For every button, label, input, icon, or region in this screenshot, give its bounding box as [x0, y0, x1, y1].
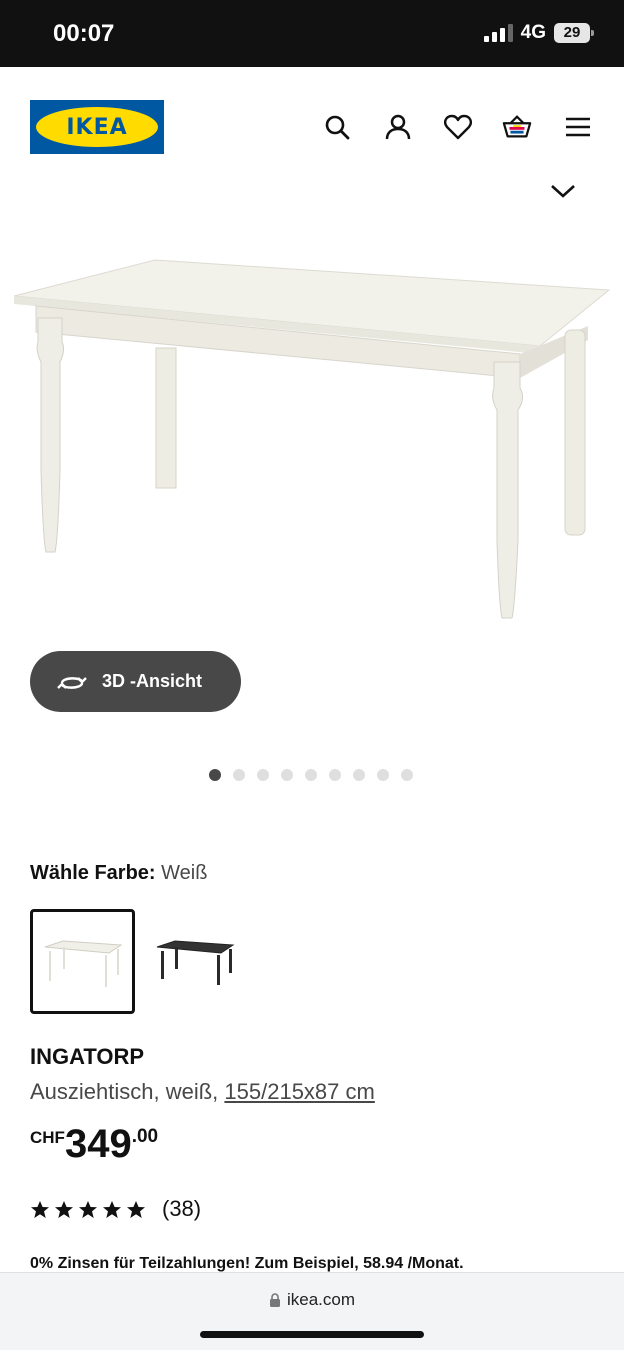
network-type: 4G — [520, 22, 546, 43]
pagination-dot[interactable] — [305, 769, 317, 781]
product-image[interactable] — [0, 210, 624, 650]
price-integer: 349 — [64, 1122, 132, 1166]
home-indicator[interactable] — [200, 1331, 424, 1338]
selected-color: Weiß — [161, 862, 208, 884]
star-icon — [79, 1200, 97, 1218]
color-label: Wähle Farbe: — [30, 862, 156, 884]
star-icon — [103, 1200, 121, 1218]
clock: 00:07 — [53, 20, 115, 47]
menu-icon[interactable] — [563, 112, 593, 142]
pagination-dot[interactable] — [233, 769, 245, 781]
lock-icon — [269, 1293, 280, 1307]
view-3d-label: 3D -Ansicht — [102, 671, 203, 691]
product-dimensions-link[interactable]: 155/215x87 cm — [224, 1079, 374, 1104]
pagination-dot[interactable] — [401, 769, 413, 781]
logo-text: IKEA — [66, 114, 128, 140]
search-icon[interactable] — [322, 112, 352, 142]
color-selector-label: Wähle Farbe: Weiß — [30, 862, 207, 885]
url-bar[interactable]: ikea.com — [0, 1290, 624, 1310]
star-icon — [55, 1200, 73, 1218]
url-text: ikea.com — [286, 1290, 356, 1309]
financing-promo: 0% Zinsen für Teilzahlungen! Zum Beispie… — [30, 1255, 464, 1272]
signal-icon — [483, 24, 513, 42]
logo-oval: IKEA — [36, 107, 158, 147]
pagination-dot[interactable] — [353, 769, 365, 781]
chevron-down-icon[interactable] — [548, 180, 578, 204]
product-name: INGATORP — [30, 1044, 145, 1069]
view-3d-button[interactable]: 3D -Ansicht — [30, 651, 241, 712]
image-pagination — [209, 769, 413, 781]
color-swatch-black[interactable] — [142, 909, 247, 1014]
star-icon — [127, 1200, 145, 1218]
price-currency: CHF — [30, 1128, 65, 1147]
status-bar: 00:07 4G 29 — [0, 0, 624, 67]
color-swatch-white[interactable] — [30, 909, 135, 1014]
battery-icon: 29 — [554, 23, 594, 43]
rotate-3d-icon — [57, 676, 87, 689]
pagination-dot[interactable] — [209, 769, 221, 781]
product-type: Ausziehtisch, weiß, — [30, 1079, 225, 1104]
status-icons: 4G 29 — [483, 22, 594, 44]
star-icon — [31, 1200, 49, 1218]
browser-bar: ikea.com — [0, 1272, 624, 1350]
pagination-dot[interactable] — [377, 769, 389, 781]
rating-count: (38) — [162, 1196, 202, 1221]
product-description: Ausziehtisch, weiß, 155/215x87 cm — [30, 1079, 375, 1105]
ikea-logo[interactable]: IKEA — [30, 100, 164, 154]
site-header: IKEA — [0, 67, 624, 187]
price-decimals: .00 — [131, 1126, 159, 1147]
pagination-dot[interactable] — [281, 769, 293, 781]
product-rating[interactable]: (38) — [30, 1196, 201, 1222]
pagination-dot[interactable] — [329, 769, 341, 781]
pagination-dot[interactable] — [257, 769, 269, 781]
product-price: CHF 349 .00 — [30, 1122, 158, 1166]
cart-icon[interactable] — [502, 112, 532, 142]
heart-icon[interactable] — [443, 112, 473, 142]
account-icon[interactable] — [383, 112, 413, 142]
